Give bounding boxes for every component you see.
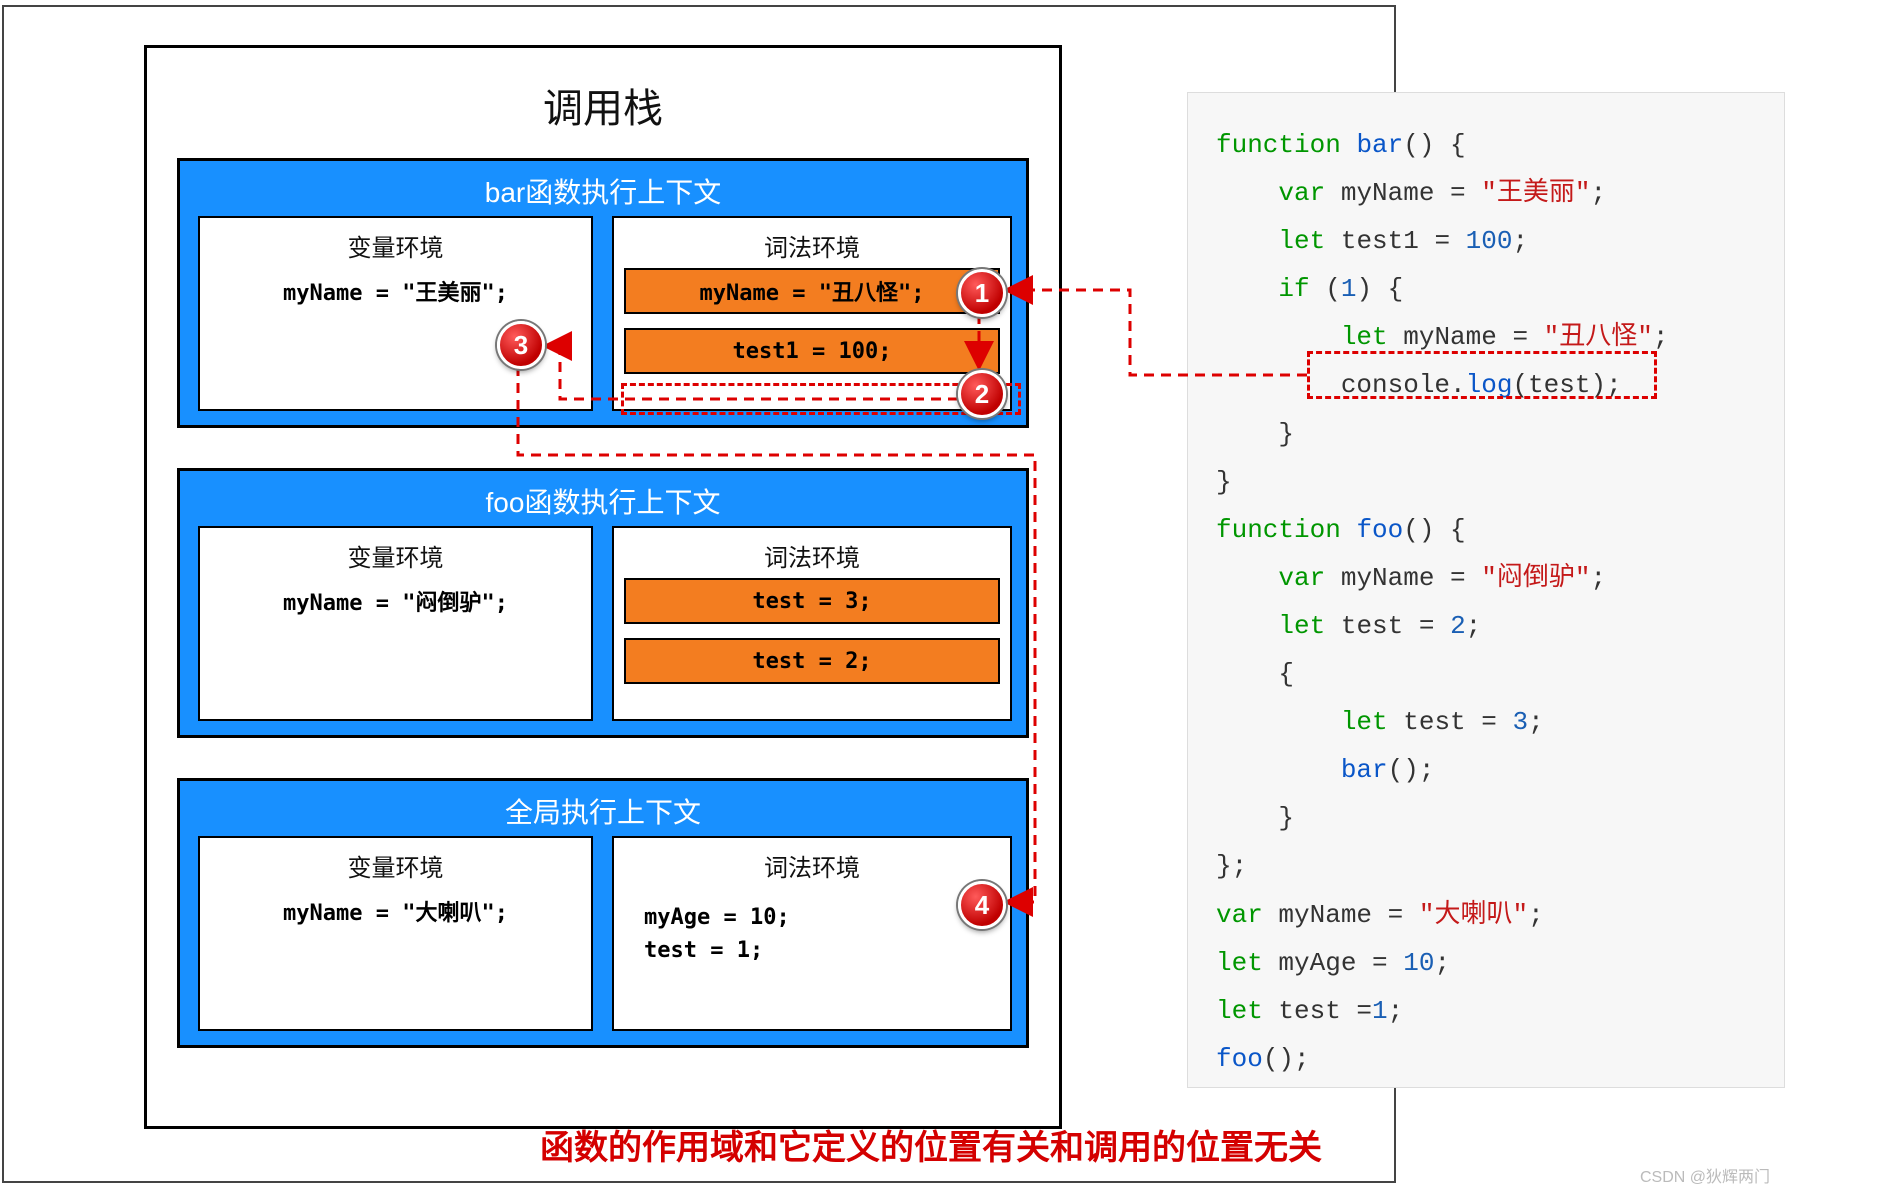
badge-3: 3 (497, 321, 545, 369)
var-env-title: 变量环境 (200, 538, 591, 573)
var-env-title: 变量环境 (200, 848, 591, 883)
ctx-bar-title: bar函数执行上下文 (180, 171, 1026, 211)
lex-env-lines: myAge = 10;test = 1; (614, 901, 1010, 967)
lex-env-title: 词法环境 (614, 848, 1010, 883)
badge-1: 1 (958, 269, 1006, 317)
call-stack-title: 调用栈 (147, 76, 1059, 134)
badge-4: 4 (958, 881, 1006, 929)
ctx-global-lex-env: 词法环境 myAge = 10;test = 1; (612, 836, 1012, 1031)
lex-env-title: 词法环境 (614, 228, 1010, 263)
call-stack: 调用栈 bar函数执行上下文 变量环境 myName = "王美丽"; 词法环境… (144, 45, 1062, 1129)
var-env-line: myName = "大喇叭"; (200, 895, 591, 927)
lex-slot: test = 2; (624, 638, 1000, 684)
caption: 函数的作用域和它定义的位置有关和调用的位置无关 (540, 1120, 1322, 1169)
ctx-global-title: 全局执行上下文 (180, 791, 1026, 831)
code-highlight-log (1307, 351, 1657, 399)
code-panel: function bar() { var myName = "王美丽"; let… (1187, 92, 1785, 1088)
var-env-line: myName = "王美丽"; (200, 275, 591, 307)
var-env-title: 变量环境 (200, 228, 591, 263)
lex-env-title: 词法环境 (614, 538, 1010, 573)
ctx-bar-lex-env: 词法环境 myName = "丑八怪"; test1 = 100; (612, 216, 1012, 411)
lex-slot: myName = "丑八怪"; (624, 268, 1000, 314)
ctx-global-var-env: 变量环境 myName = "大喇叭"; (198, 836, 593, 1031)
canvas: 调用栈 bar函数执行上下文 变量环境 myName = "王美丽"; 词法环境… (0, 0, 1898, 1191)
var-env-line: myName = "闷倒驴"; (200, 585, 591, 617)
ctx-global: 全局执行上下文 变量环境 myName = "大喇叭"; 词法环境 myAge … (177, 778, 1029, 1048)
badge-2: 2 (958, 370, 1006, 418)
ctx-foo-title: foo函数执行上下文 (180, 481, 1026, 521)
ctx-bar-var-env: 变量环境 myName = "王美丽"; (198, 216, 593, 411)
ctx-foo: foo函数执行上下文 变量环境 myName = "闷倒驴"; 词法环境 tes… (177, 468, 1029, 738)
credit: CSDN @狄辉两门 (1640, 1163, 1770, 1187)
lex-slot: test1 = 100; (624, 328, 1000, 374)
ctx-foo-lex-env: 词法环境 test = 3; test = 2; (612, 526, 1012, 721)
ctx-foo-var-env: 变量环境 myName = "闷倒驴"; (198, 526, 593, 721)
lex-slot: test = 3; (624, 578, 1000, 624)
